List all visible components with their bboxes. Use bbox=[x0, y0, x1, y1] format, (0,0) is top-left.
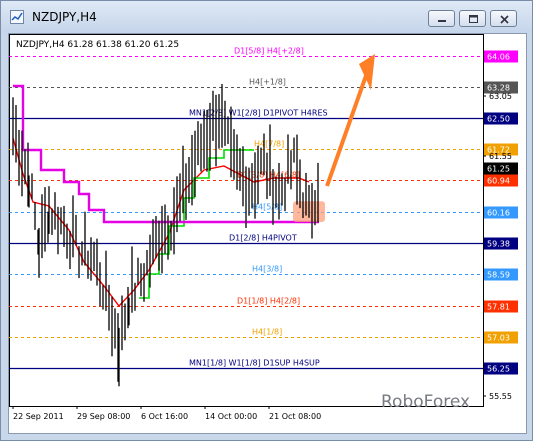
x-tick-label: 6 Oct 16:00 bbox=[141, 412, 188, 421]
x-tick-label: 29 Sep 08:00 bbox=[77, 412, 130, 421]
level-price-tag-text: 64.06 bbox=[487, 53, 510, 62]
level-price-tag-text: 60.94 bbox=[487, 177, 510, 186]
chart-info-label: NZDJPY,H4 61.28 61.38 61.20 61.25 bbox=[16, 40, 179, 50]
level-price-tag-text: 62.50 bbox=[487, 115, 510, 124]
chart-window: NZDJPY,H4 D1[5/8] H4[+2/8] 64.06 H4[+1/8] 6… bbox=[0, 0, 533, 441]
x-tick-label: 14 Oct 00:00 bbox=[205, 412, 257, 421]
current-price-tag-text: 61.25 bbox=[487, 165, 510, 174]
level-price-tag-text: 60.16 bbox=[487, 209, 510, 218]
minimize-icon bbox=[438, 20, 446, 22]
y-tick-label: 63.05 bbox=[489, 92, 512, 101]
price-chart[interactable]: D1[5/8] H4[+2/8]64.06H4[+1/8]63.28MN1[2/… bbox=[9, 34, 526, 433]
watermark-logo: RoboForex bbox=[381, 392, 470, 412]
level-label: MN1[1/8] W1[1/8] D1SUP H4SUP bbox=[189, 359, 320, 368]
level-price-tag-text: 59.38 bbox=[487, 240, 510, 249]
level-label: H4[5/8] bbox=[252, 203, 282, 212]
y-tick-label: 55.55 bbox=[489, 392, 512, 401]
minimize-button[interactable] bbox=[428, 10, 455, 27]
window-title: NZDJPY,H4 bbox=[32, 10, 97, 24]
level-label: H4[3/8] bbox=[252, 265, 282, 274]
chart-area[interactable]: D1[5/8] H4[+2/8] 64.06 H4[+1/8] 63.28 MN1[2/… bbox=[8, 33, 527, 434]
level-price-tag-text: 58.59 bbox=[487, 271, 510, 280]
x-tick-label: 21 Oct 08:00 bbox=[269, 412, 321, 421]
close-icon bbox=[500, 15, 509, 24]
close-button[interactable] bbox=[490, 10, 517, 27]
level-label: D1[5/8] H4[+2/8] bbox=[234, 47, 304, 56]
restore-button[interactable] bbox=[459, 10, 486, 27]
level-label: H4[1/8] bbox=[252, 328, 282, 337]
x-tick-label: 22 Sep 2011 bbox=[13, 412, 64, 421]
level-label: D1[2/8] H4PIVOT bbox=[229, 234, 297, 243]
level-label: H4[+1/8] bbox=[249, 78, 286, 87]
level-price-tag-text: 56.25 bbox=[487, 365, 510, 374]
chart-app-icon bbox=[10, 10, 24, 24]
level-price-tag-text: 57.03 bbox=[487, 334, 510, 343]
level-label: D1[1/8] H4[2/8] bbox=[237, 297, 300, 306]
level-price-tag-text: 57.81 bbox=[487, 303, 510, 312]
y-tick-label: 61.55 bbox=[489, 152, 512, 161]
title-bar[interactable]: NZDJPY,H4 bbox=[1, 1, 532, 33]
restore-icon bbox=[469, 15, 478, 23]
